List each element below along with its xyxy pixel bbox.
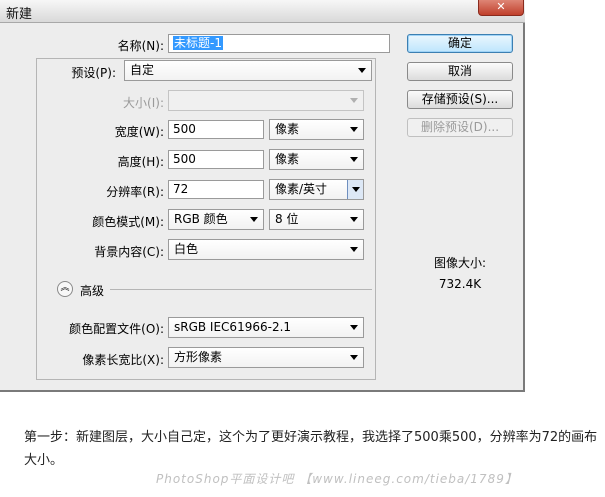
resolution-input[interactable]: 72 [168, 180, 264, 199]
dialog-titlebar[interactable]: 新建 ✕ [0, 0, 525, 23]
cancel-button[interactable]: 取消 [407, 62, 513, 81]
color-profile-value: sRGB IEC61966-2.1 [174, 320, 292, 334]
size-label: 大小(I): [123, 96, 164, 110]
dropdown-button[interactable] [347, 180, 363, 199]
chevron-down-icon [352, 187, 360, 192]
bit-depth-select[interactable]: 8 位 [269, 209, 364, 230]
chevron-down-icon [350, 355, 358, 360]
height-input[interactable]: 500 [168, 150, 264, 169]
color-profile-label: 颜色配置文件(O): [69, 322, 164, 336]
background-value: 白色 [174, 242, 199, 256]
width-label: 宽度(W): [114, 125, 164, 139]
delete-preset-button[interactable]: 删除预设(D)... [407, 118, 513, 137]
pixel-aspect-value: 方形像素 [174, 350, 223, 364]
height-label: 高度(H): [117, 155, 164, 169]
image-size-value: 732.4K [438, 277, 482, 291]
color-mode-value: RGB 颜色 [174, 212, 228, 226]
name-input-value: 未标题-1 [173, 36, 223, 50]
advanced-divider [110, 289, 372, 290]
pixel-aspect-select[interactable]: 方形像素 [168, 347, 364, 368]
watermark: PhotoShop平面设计吧 【www.lineeg.com/tieba/178… [156, 472, 518, 486]
background-label: 背景内容(C): [94, 245, 164, 259]
resolution-value: 72 [173, 182, 189, 196]
size-select[interactable] [168, 90, 364, 111]
chevron-down-icon [350, 157, 358, 162]
save-preset-button[interactable]: 存储预设(S)... [407, 90, 513, 109]
bit-depth-value: 8 位 [275, 212, 299, 226]
preset-select[interactable]: 自定 [124, 60, 372, 81]
ok-button[interactable]: 确定 [407, 34, 513, 53]
image-size-label: 图像大小: [433, 256, 487, 270]
close-button[interactable]: ✕ [478, 0, 524, 16]
chevron-down-icon [358, 68, 366, 73]
chevron-down-icon [350, 325, 358, 330]
height-unit-value: 像素 [275, 152, 300, 166]
width-unit-select[interactable]: 像素 [269, 119, 364, 140]
color-profile-select[interactable]: sRGB IEC61966-2.1 [168, 317, 364, 338]
width-value: 500 [173, 122, 196, 136]
width-input[interactable]: 500 [168, 120, 264, 139]
color-mode-label: 颜色模式(M): [92, 215, 164, 229]
color-mode-select[interactable]: RGB 颜色 [168, 209, 264, 230]
chevron-down-icon [350, 247, 358, 252]
chevron-down-icon [250, 217, 258, 222]
dialog-title: 新建 [6, 7, 33, 22]
close-icon: ✕ [496, 0, 506, 13]
advanced-label[interactable]: 高级 [80, 282, 104, 299]
preset-label: 预设(P): [71, 66, 116, 80]
width-unit-value: 像素 [275, 122, 300, 136]
tutorial-caption: 第一步：新建图层，大小自己定，这个为了更好演示教程，我选择了500乘500，分辨… [24, 430, 598, 468]
background-select[interactable]: 白色 [168, 239, 364, 260]
name-label: 名称(N): [117, 39, 164, 53]
name-input[interactable]: 未标题-1 [168, 34, 390, 53]
chevron-down-icon [350, 127, 358, 132]
resolution-unit-select[interactable]: 像素/英寸 [269, 179, 364, 200]
collapse-chevron-icon[interactable]: ︽ [57, 281, 73, 297]
height-unit-select[interactable]: 像素 [269, 149, 364, 170]
new-document-dialog: 新建 ✕ 名称(N): 未标题-1 预设(P): 自定 大小(I): 宽度(W)… [0, 0, 525, 392]
height-value: 500 [173, 152, 196, 166]
resolution-unit-value: 像素/英寸 [275, 182, 328, 196]
chevron-down-icon [350, 217, 358, 222]
chevron-down-icon [350, 98, 358, 103]
pixel-aspect-label: 像素长宽比(X): [82, 353, 164, 367]
preset-value: 自定 [130, 63, 155, 77]
resolution-label: 分辨率(R): [106, 185, 164, 199]
